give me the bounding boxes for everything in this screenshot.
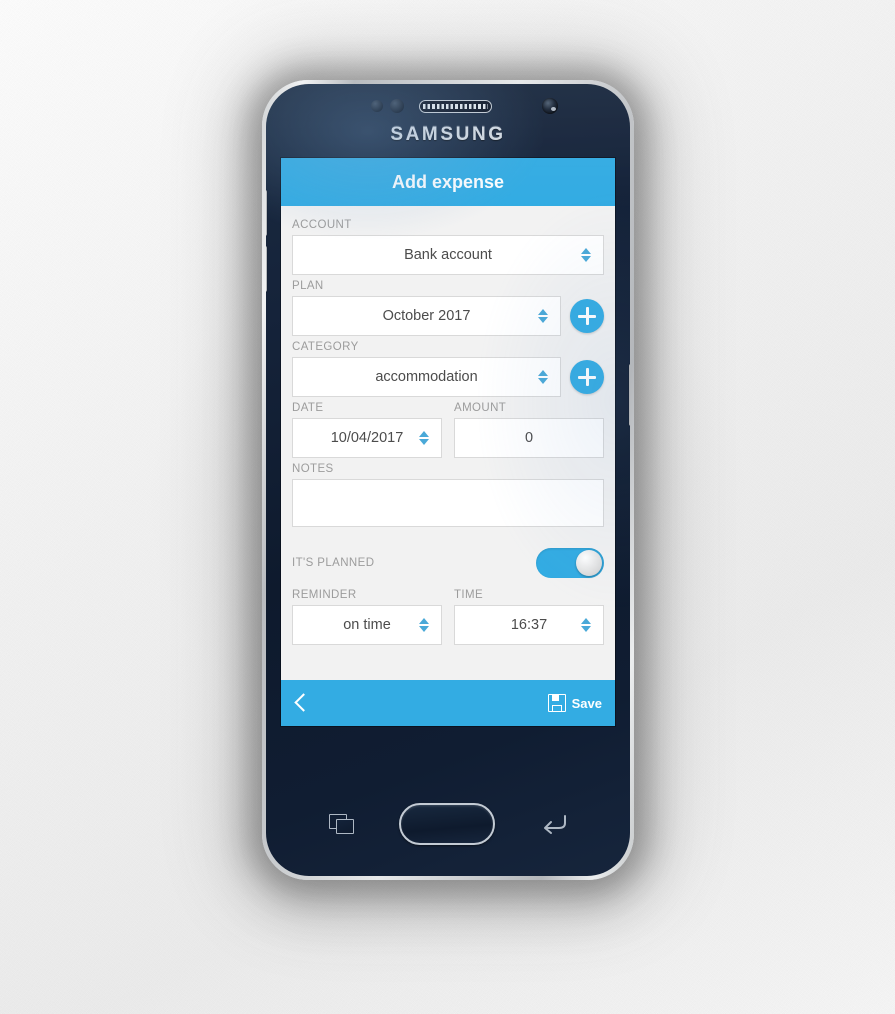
add-plan-button[interactable] (570, 299, 604, 333)
planned-row: IT'S PLANNED (292, 542, 604, 584)
planned-toggle[interactable] (536, 548, 604, 578)
save-button[interactable]: Save (547, 694, 602, 712)
category-row: accommodation (292, 357, 604, 397)
time-value: 16:37 (510, 617, 548, 633)
front-camera-icon (542, 98, 558, 114)
plan-row: October 2017 (292, 296, 604, 336)
date-label: DATE (292, 402, 324, 414)
chevron-updown-icon[interactable] (581, 615, 592, 635)
back-chevron-icon[interactable] (294, 692, 307, 714)
date-amount-labels: DATE AMOUNT (292, 397, 604, 418)
samsung-brand-label: SAMSUNG (390, 124, 506, 145)
chevron-updown-icon[interactable] (538, 306, 549, 326)
amount-input[interactable]: 0 (454, 418, 604, 458)
light-sensor-icon (390, 99, 404, 113)
earpiece-speaker-icon (419, 100, 492, 113)
samsung-phone-mockup: SAMSUNG Add expense ACCOUNT Bank account… (262, 80, 634, 880)
date-input[interactable]: 10/04/2017 (292, 418, 442, 458)
chevron-updown-icon[interactable] (538, 367, 549, 387)
chevron-updown-icon[interactable] (419, 615, 430, 635)
recents-icon[interactable] (328, 813, 354, 835)
volume-down-button[interactable] (266, 246, 267, 292)
amount-label: AMOUNT (454, 402, 507, 414)
account-row: Bank account (292, 235, 604, 275)
amount-value: 0 (524, 430, 534, 446)
date-value: 10/04/2017 (330, 430, 404, 446)
phone-bottom-bezel (266, 792, 630, 876)
chevron-updown-icon[interactable] (581, 245, 592, 265)
reminder-time-row: on time 16:37 (292, 605, 604, 645)
category-value: accommodation (375, 369, 478, 385)
chevron-updown-icon[interactable] (419, 428, 430, 448)
phone-screen: Add expense ACCOUNT Bank account PLAN Oc… (281, 158, 615, 726)
account-value: Bank account (404, 247, 492, 263)
app-bottom-bar: Save (281, 680, 615, 726)
power-button[interactable] (629, 364, 630, 426)
proximity-sensor-icon (371, 100, 383, 112)
time-input[interactable]: 16:37 (454, 605, 604, 645)
account-select[interactable]: Bank account (292, 235, 604, 275)
planned-label: IT'S PLANNED (292, 557, 375, 569)
reminder-label: REMINDER (292, 589, 357, 601)
volume-up-button[interactable] (266, 190, 267, 236)
floppy-disk-icon (547, 694, 566, 712)
time-label: TIME (454, 589, 484, 601)
category-select[interactable]: accommodation (292, 357, 561, 397)
add-category-button[interactable] (570, 360, 604, 394)
account-label: ACCOUNT (292, 219, 352, 231)
expense-form: ACCOUNT Bank account PLAN October 2017 C… (281, 206, 615, 680)
app-header: Add expense (281, 158, 615, 206)
save-button-label: Save (571, 695, 602, 711)
phone-top-bezel: SAMSUNG (266, 84, 630, 162)
plan-value: October 2017 (382, 308, 471, 324)
back-arrow-icon[interactable] (541, 813, 567, 835)
category-label: CATEGORY (292, 341, 359, 353)
notes-label: NOTES (292, 463, 334, 475)
reminder-time-labels: REMINDER TIME (292, 584, 604, 605)
reminder-select[interactable]: on time (292, 605, 442, 645)
plan-select[interactable]: October 2017 (292, 296, 561, 336)
page-title: Add expense (391, 171, 505, 192)
reminder-value: on time (343, 617, 391, 633)
home-button[interactable] (399, 803, 496, 845)
notes-input[interactable] (292, 479, 604, 527)
date-amount-row: 10/04/2017 0 (292, 418, 604, 458)
toggle-knob (576, 550, 602, 576)
plan-label: PLAN (292, 280, 324, 292)
